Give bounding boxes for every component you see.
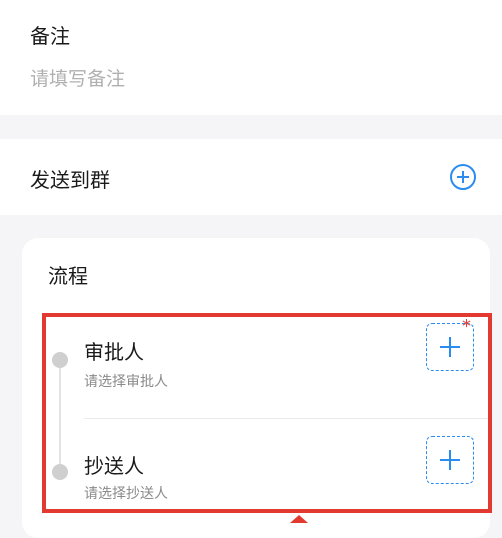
flow-title: 流程 [48, 264, 88, 288]
timeline-dot [52, 352, 68, 368]
cc-label: 抄送人 [84, 454, 144, 478]
add-cc-plus-icon[interactable] [426, 436, 474, 484]
send-to-group-label: 发送到群 [30, 168, 110, 192]
remark-section: 备注 请填写备注 [0, 0, 502, 115]
timeline-dot [52, 464, 68, 480]
approver-hint: 请选择审批人 [84, 374, 168, 390]
approver-label: 审批人 [84, 340, 144, 364]
add-group-plus-circle-icon[interactable] [450, 164, 476, 190]
step-divider [84, 418, 490, 419]
remark-input[interactable]: 请填写备注 [30, 64, 125, 91]
required-star-icon: * [462, 316, 471, 337]
flow-card: 流程 审批人 请选择审批人 * 抄送人 请选择抄送人 [22, 238, 490, 538]
annotation-arrow-icon [290, 515, 308, 523]
timeline-line [59, 358, 61, 472]
send-to-group-section: 发送到群 [0, 139, 502, 215]
cc-hint: 请选择抄送人 [84, 486, 168, 502]
remark-label: 备注 [30, 24, 70, 48]
